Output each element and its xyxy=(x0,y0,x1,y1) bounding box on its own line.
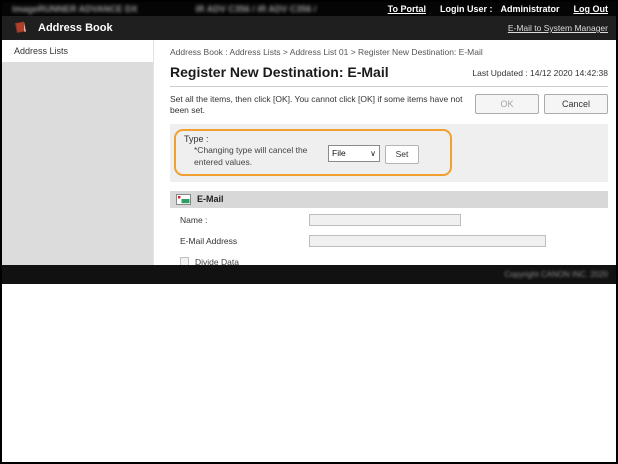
set-button[interactable]: Set xyxy=(385,145,419,164)
footer: Copyright CANON INC. 2020 xyxy=(2,265,616,284)
to-portal-link[interactable]: To Portal xyxy=(388,4,426,14)
type-select[interactable]: File ∨ xyxy=(328,145,380,162)
email-address-row: E-Mail Address xyxy=(170,232,608,250)
chevron-down-icon: ∨ xyxy=(370,149,376,158)
page-header: Register New Destination: E-Mail Last Up… xyxy=(170,64,608,87)
divide-data-checkbox[interactable] xyxy=(180,257,189,265)
type-highlight-callout: Type : *Changing type will cancel the en… xyxy=(174,129,452,176)
copyright-text: Copyright CANON INC. 2020 xyxy=(504,270,608,279)
remote-ui-window: imageRUNNER ADVANCE DX iR ADV C356 / iR … xyxy=(0,0,618,464)
ok-button[interactable]: OK xyxy=(475,94,539,114)
action-row: Set all the items, then click [OK]. You … xyxy=(170,94,608,117)
device-model: imageRUNNER ADVANCE DX xyxy=(12,4,138,14)
content-area: Address Lists Address Book : Address Lis… xyxy=(2,40,616,265)
name-input[interactable] xyxy=(309,214,461,226)
email-system-manager-link[interactable]: E-Mail to System Manager xyxy=(508,23,608,33)
type-select-value: File xyxy=(332,148,370,158)
log-out-link[interactable]: Log Out xyxy=(574,4,609,14)
top-bar: imageRUNNER ADVANCE DX iR ADV C356 / iR … xyxy=(2,2,616,16)
divide-data-label: Divide Data xyxy=(195,257,239,265)
type-label: Type : xyxy=(184,134,442,144)
breadcrumb[interactable]: Address Book : Address Lists > Address L… xyxy=(170,47,608,57)
email-address-input[interactable] xyxy=(309,235,546,247)
sidebar: Address Lists xyxy=(2,40,154,265)
page-background xyxy=(2,284,616,462)
page-title: Register New Destination: E-Mail xyxy=(170,64,472,80)
divide-data-row: Divide Data xyxy=(170,255,608,265)
device-name: iR ADV C356 / iR ADV C356 / xyxy=(196,4,317,14)
sidebar-item-address-lists[interactable]: Address Lists xyxy=(2,40,153,62)
app-title: Address Book xyxy=(38,22,113,34)
login-user-value: Administrator xyxy=(500,4,559,14)
type-note: *Changing type will cancel the entered v… xyxy=(194,145,322,169)
email-icon xyxy=(176,194,191,205)
instruction-text: Set all the items, then click [OK]. You … xyxy=(170,94,475,117)
main-panel: Address Book : Address Lists > Address L… xyxy=(154,40,616,265)
app-bar: Address Book E-Mail to System Manager xyxy=(2,16,616,40)
name-label: Name : xyxy=(180,215,309,225)
email-section-title: E-Mail xyxy=(197,194,224,204)
email-section-header: E-Mail xyxy=(170,191,608,208)
login-user-label: Login User : xyxy=(440,4,493,14)
email-address-label: E-Mail Address xyxy=(180,236,309,246)
type-section: Type : *Changing type will cancel the en… xyxy=(170,124,608,182)
device-info: imageRUNNER ADVANCE DX iR ADV C356 / iR … xyxy=(2,4,316,14)
cancel-button[interactable]: Cancel xyxy=(544,94,608,114)
book-icon xyxy=(12,20,28,36)
name-row: Name : xyxy=(170,211,608,229)
last-updated: Last Updated : 14/12 2020 14:42:38 xyxy=(472,68,608,80)
